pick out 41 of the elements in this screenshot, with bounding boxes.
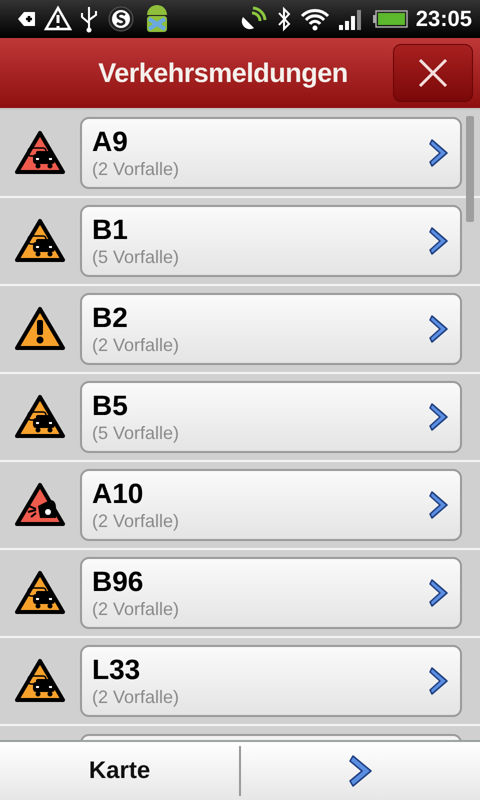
clock-time: 23:05 (416, 6, 472, 32)
warning-icon (44, 5, 72, 33)
chevron-right-icon (428, 489, 450, 521)
chevron-right-icon (428, 577, 450, 609)
road-name: B96 (92, 566, 144, 598)
road-name: A9 (92, 126, 129, 158)
road-name: L33 (92, 654, 142, 686)
chevron-right-icon (348, 753, 374, 789)
chevron-right-icon (428, 665, 450, 697)
signal-icon (338, 7, 364, 31)
incident-count: (2 Vorfalle) (92, 510, 180, 532)
chevron-right-icon (428, 401, 450, 433)
road-item[interactable]: B2 (2 Vorfalle) (80, 293, 462, 365)
road-name: B1 (92, 214, 129, 246)
close-button[interactable] (393, 44, 473, 102)
road-item[interactable]: A10 (2 Vorfalle) (80, 469, 462, 541)
screen-title: Verkehrsmeldungen (98, 58, 348, 88)
chat-icon (106, 4, 136, 34)
incident-count: (2 Vorfalle) (92, 158, 180, 180)
road-item[interactable]: B1 (5 Vorfalle) (80, 205, 462, 277)
road-item[interactable]: B5 (5 Vorfalle) (80, 381, 462, 453)
incident-count: (5 Vorfalle) (92, 422, 180, 444)
incident-count: (2 Vorfalle) (92, 334, 180, 356)
bluetooth-icon (276, 6, 292, 32)
road-item[interactable]: A9 (2 Vorfalle) (80, 117, 462, 189)
chevron-right-icon (428, 313, 450, 345)
wifi-icon (300, 6, 330, 32)
incident-count: (5 Vorfalle) (92, 246, 180, 268)
map-button[interactable]: Karte (0, 742, 239, 800)
road-name: B2 (92, 302, 129, 334)
close-icon (417, 57, 449, 89)
incident-count: (2 Vorfalle) (92, 598, 180, 620)
chevron-right-icon (428, 225, 450, 257)
road-name: A10 (92, 478, 144, 510)
chevron-right-icon (428, 137, 450, 169)
road-name: B5 (92, 390, 129, 422)
usb-icon (78, 5, 100, 33)
battery-icon (372, 9, 408, 29)
road-item[interactable]: B96 (2 Vorfalle) (80, 557, 462, 629)
road-item[interactable]: L33 (2 Vorfalle) (80, 645, 462, 717)
incident-count: (2 Vorfalle) (92, 686, 180, 708)
